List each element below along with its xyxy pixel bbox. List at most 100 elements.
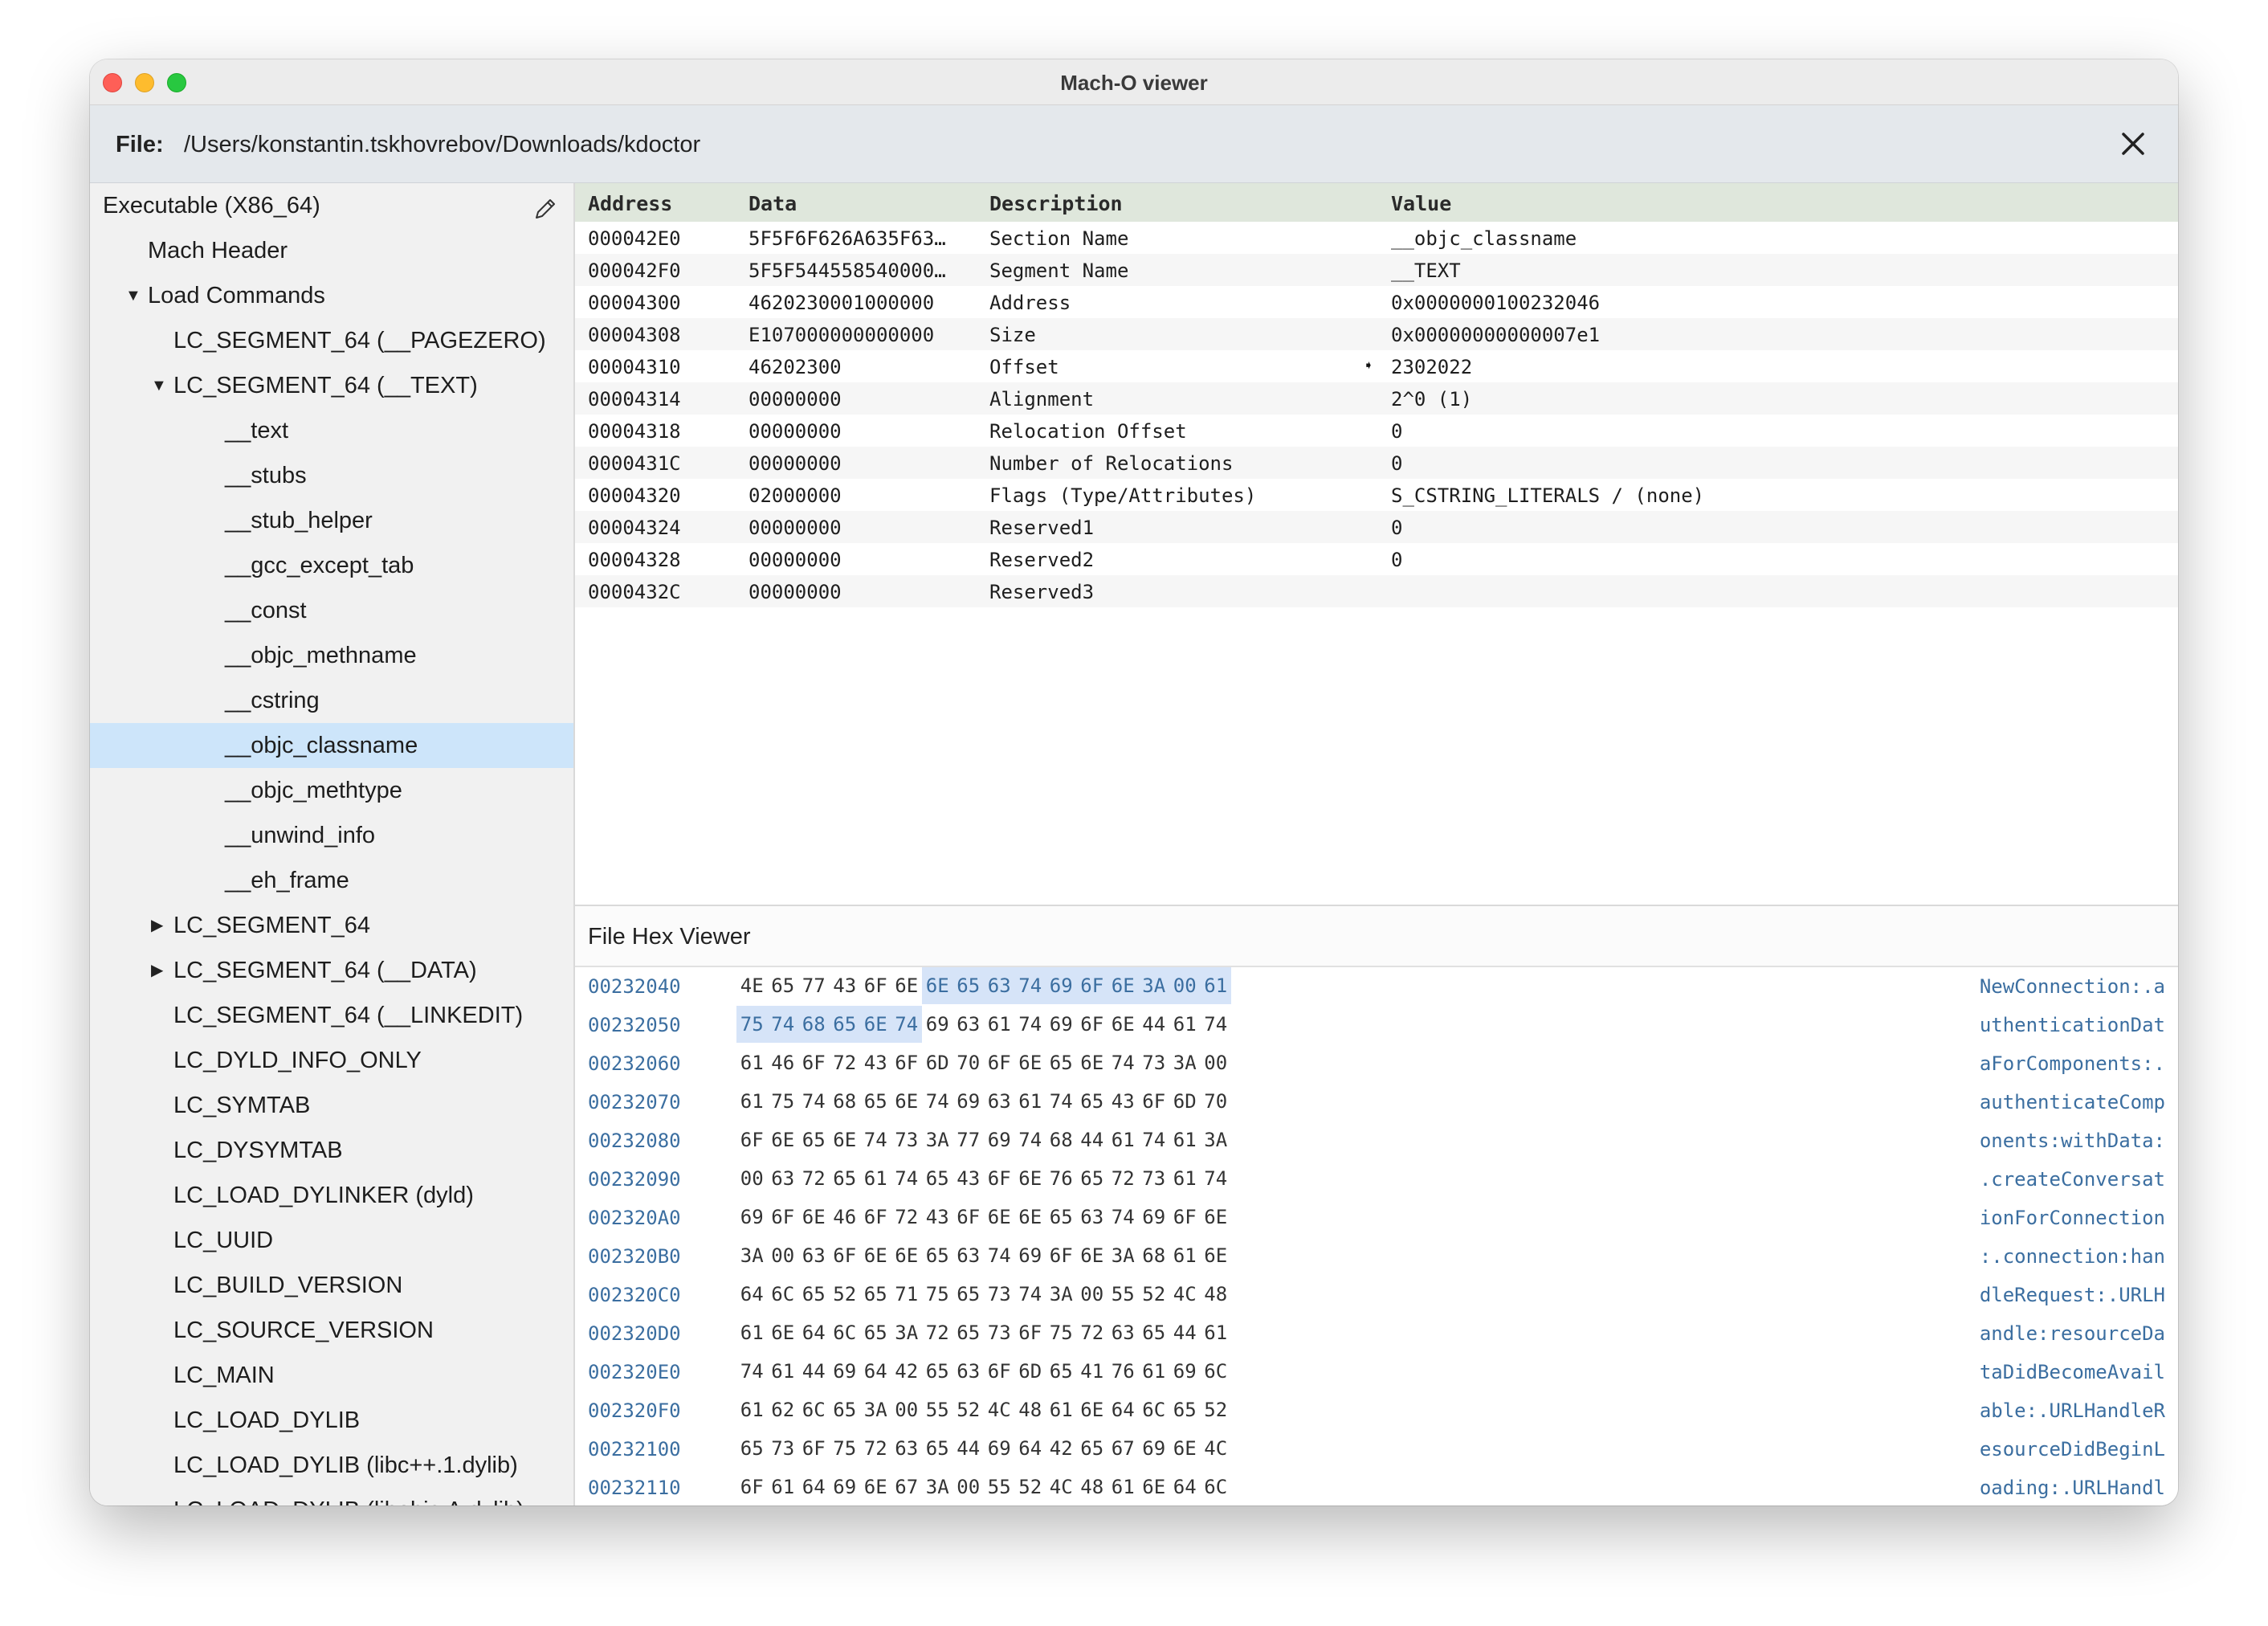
hex-byte[interactable]: 00 bbox=[1169, 967, 1201, 1004]
hex-row[interactable]: 00232040 4E 65 77 43 6F 6E 6E 65 63 74 69 6F 6E 3A 00 61… bbox=[575, 967, 2178, 1006]
hex-byte[interactable]: 6C bbox=[1201, 1353, 1232, 1390]
hex-byte[interactable]: 75 bbox=[1046, 1314, 1077, 1351]
tree-item[interactable]: __unwind_info bbox=[90, 813, 573, 858]
table-row[interactable]: 000042E0 5F5F6F626A635F63… Section Name __o… bbox=[575, 222, 2178, 254]
hex-byte[interactable]: 6E bbox=[1077, 1237, 1108, 1274]
tree-item[interactable]: ▶ LC_SEGMENT_64 bbox=[90, 903, 573, 948]
table-row[interactable]: 000042F0 5F5F544558540000… Segment Name __T… bbox=[575, 254, 2178, 286]
table-row[interactable]: 0000432C 00000000 Reserved3 bbox=[575, 575, 2178, 607]
hex-byte[interactable]: 6E bbox=[860, 1237, 891, 1274]
hex-byte[interactable]: 6F bbox=[798, 1044, 830, 1081]
tree-item[interactable]: LC_MAIN bbox=[90, 1353, 573, 1398]
hex-byte[interactable]: 74 bbox=[984, 1237, 1015, 1274]
table-row[interactable]: 0000431C 00000000 Number of Relocations 0 bbox=[575, 447, 2178, 479]
hex-byte[interactable]: 73 bbox=[1139, 1044, 1170, 1081]
hex-byte[interactable]: 73 bbox=[1139, 1160, 1170, 1197]
tree-item[interactable]: LC_BUILD_VERSION bbox=[90, 1263, 573, 1308]
hex-byte[interactable]: 6E bbox=[1139, 1469, 1170, 1505]
hex-byte[interactable]: 61 bbox=[1139, 1353, 1170, 1390]
hex-byte[interactable]: 44 bbox=[798, 1353, 830, 1390]
disclosure-collapsed-icon[interactable]: ▶ bbox=[151, 948, 163, 993]
tree-item[interactable]: Executable (X86_64) bbox=[90, 183, 573, 228]
hex-byte[interactable]: 6F bbox=[1015, 1314, 1046, 1351]
hex-byte[interactable]: 6F bbox=[1046, 1237, 1077, 1274]
hex-byte[interactable]: 65 bbox=[1046, 1044, 1077, 1081]
hex-byte[interactable]: 64 bbox=[1015, 1430, 1046, 1467]
hex-byte[interactable]: 68 bbox=[830, 1083, 861, 1120]
hex-byte[interactable]: 3A bbox=[1169, 1044, 1201, 1081]
hex-byte[interactable]: 43 bbox=[830, 967, 861, 1004]
hex-byte[interactable]: 74 bbox=[922, 1083, 953, 1120]
hex-byte[interactable]: 4C bbox=[984, 1391, 1015, 1428]
hex-byte[interactable]: 61 bbox=[1107, 1469, 1139, 1505]
hex-byte[interactable]: 6F bbox=[984, 1160, 1015, 1197]
hex-byte[interactable]: 3A bbox=[1046, 1276, 1077, 1313]
hex-byte[interactable]: 4E bbox=[736, 967, 768, 1004]
hex-byte[interactable]: 55 bbox=[922, 1391, 953, 1428]
tree-item[interactable]: __objc_classname bbox=[90, 723, 573, 768]
hex-byte[interactable]: 65 bbox=[1077, 1430, 1108, 1467]
hex-byte[interactable]: 52 bbox=[830, 1276, 861, 1313]
hex-byte[interactable]: 44 bbox=[953, 1430, 985, 1467]
hex-byte[interactable]: 65 bbox=[830, 1160, 861, 1197]
hex-byte[interactable]: 61 bbox=[736, 1391, 768, 1428]
hex-byte[interactable]: 00 bbox=[736, 1160, 768, 1197]
hex-byte[interactable]: 6D bbox=[922, 1044, 953, 1081]
hex-byte[interactable]: 74 bbox=[891, 1006, 922, 1043]
hex-byte[interactable]: 75 bbox=[768, 1083, 799, 1120]
hex-byte[interactable]: 3A bbox=[860, 1391, 891, 1428]
hex-byte[interactable]: 4C bbox=[1201, 1430, 1232, 1467]
hex-byte[interactable]: 70 bbox=[953, 1044, 985, 1081]
hex-byte[interactable]: 6F bbox=[1077, 1006, 1108, 1043]
disclosure-collapsed-icon[interactable]: ▶ bbox=[151, 903, 163, 948]
tree-item[interactable]: __objc_methname bbox=[90, 633, 573, 678]
hex-byte[interactable]: 63 bbox=[1077, 1199, 1108, 1236]
hex-byte[interactable]: 75 bbox=[736, 1006, 768, 1043]
hex-byte[interactable]: 6F bbox=[1139, 1083, 1170, 1120]
hex-byte[interactable]: 65 bbox=[1169, 1391, 1201, 1428]
tree-item[interactable]: LC_LOAD_DYLIB (libobjc.A.dylib) bbox=[90, 1488, 573, 1505]
hex-byte[interactable]: 61 bbox=[1169, 1006, 1201, 1043]
tree-item[interactable]: LC_DYLD_INFO_ONLY bbox=[90, 1038, 573, 1083]
hex-byte[interactable]: 6E bbox=[891, 1237, 923, 1274]
hex-byte[interactable]: 6E bbox=[891, 1083, 923, 1120]
hex-byte[interactable]: 67 bbox=[1107, 1430, 1139, 1467]
hex-byte[interactable]: 6E bbox=[1169, 1430, 1201, 1467]
hex-byte[interactable]: 6E bbox=[1107, 967, 1139, 1004]
hex-byte[interactable]: 61 bbox=[1200, 967, 1231, 1004]
tree-item[interactable]: ▶ LC_SEGMENT_64 (__DATA) bbox=[90, 948, 573, 993]
hex-byte[interactable]: 6E bbox=[830, 1121, 861, 1158]
hex-byte[interactable]: 65 bbox=[1046, 1353, 1077, 1390]
hex-byte[interactable]: 69 bbox=[1169, 1353, 1201, 1390]
hex-byte[interactable]: 74 bbox=[1015, 1276, 1046, 1313]
hex-byte[interactable]: 74 bbox=[1014, 967, 1046, 1004]
hex-byte[interactable]: 72 bbox=[830, 1044, 861, 1081]
hex-byte[interactable]: 6E bbox=[1107, 1006, 1139, 1043]
hex-byte[interactable]: 74 bbox=[767, 1006, 798, 1043]
hex-byte[interactable]: 64 bbox=[798, 1469, 830, 1505]
hex-byte[interactable]: 6F bbox=[736, 1121, 768, 1158]
hex-byte[interactable]: 72 bbox=[1107, 1160, 1139, 1197]
table-row[interactable]: 00004324 00000000 Reserved1 0 bbox=[575, 511, 2178, 543]
hex-byte[interactable]: 00 bbox=[1077, 1276, 1108, 1313]
hex-byte[interactable]: 3A bbox=[922, 1121, 953, 1158]
hex-byte[interactable]: 61 bbox=[1201, 1314, 1232, 1351]
hex-row[interactable]: 002320A0 69 6F 6E 46 6F 72 43 6F 6E 6E 65 63 74 69 6F 6E… bbox=[575, 1199, 2178, 1237]
hex-byte[interactable]: 72 bbox=[798, 1160, 830, 1197]
hex-byte[interactable]: 61 bbox=[768, 1353, 799, 1390]
tree-item[interactable]: __stub_helper bbox=[90, 498, 573, 543]
hex-byte[interactable]: 6F bbox=[1169, 1199, 1201, 1236]
table-row[interactable]: 00004300 4620230001000000 Address 0x0000000… bbox=[575, 286, 2178, 318]
tree-item[interactable]: Mach Header bbox=[90, 228, 573, 273]
hex-byte[interactable]: 71 bbox=[891, 1276, 923, 1313]
tree-item[interactable]: __stubs bbox=[90, 453, 573, 498]
header-address[interactable]: Address bbox=[588, 192, 672, 215]
hex-byte[interactable]: 6E bbox=[1015, 1160, 1046, 1197]
hex-byte[interactable]: 74 bbox=[736, 1353, 768, 1390]
hex-byte[interactable]: 74 bbox=[1046, 1083, 1077, 1120]
hex-byte[interactable]: 6F bbox=[984, 1044, 1015, 1081]
hex-byte[interactable]: 00 bbox=[953, 1469, 985, 1505]
hex-byte[interactable]: 65 bbox=[922, 1237, 953, 1274]
hex-byte[interactable]: 74 bbox=[1201, 1006, 1232, 1043]
hex-byte[interactable]: 65 bbox=[922, 1353, 953, 1390]
